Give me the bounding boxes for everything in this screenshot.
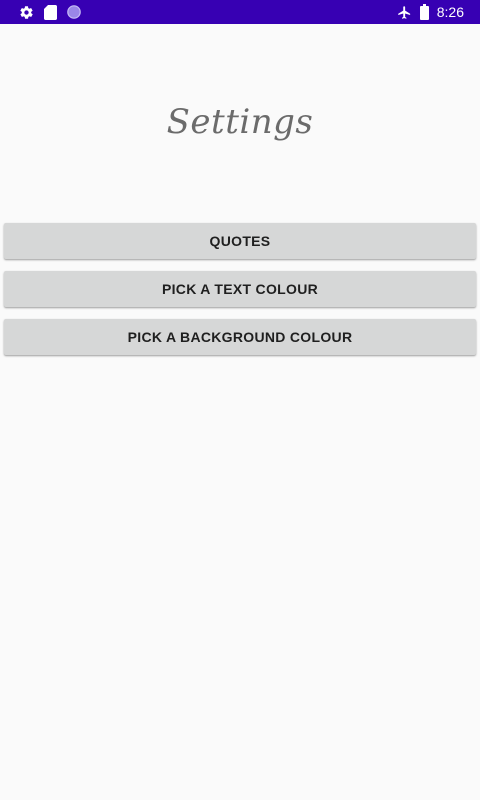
pick-background-colour-button[interactable]: PICK A BACKGROUND COLOUR: [4, 319, 476, 355]
status-time: 8:26: [436, 4, 464, 20]
airplane-mode-icon: [396, 4, 412, 20]
page-title: Settings: [166, 102, 314, 142]
status-bar: 8:26: [0, 0, 480, 24]
quotes-button[interactable]: QUOTES: [4, 223, 476, 259]
battery-icon: [416, 4, 432, 20]
settings-icon: [18, 4, 34, 20]
sim-card-icon: [42, 4, 58, 20]
pick-text-colour-button[interactable]: PICK A TEXT COLOUR: [4, 271, 476, 307]
circle-notification-icon: [66, 4, 82, 20]
